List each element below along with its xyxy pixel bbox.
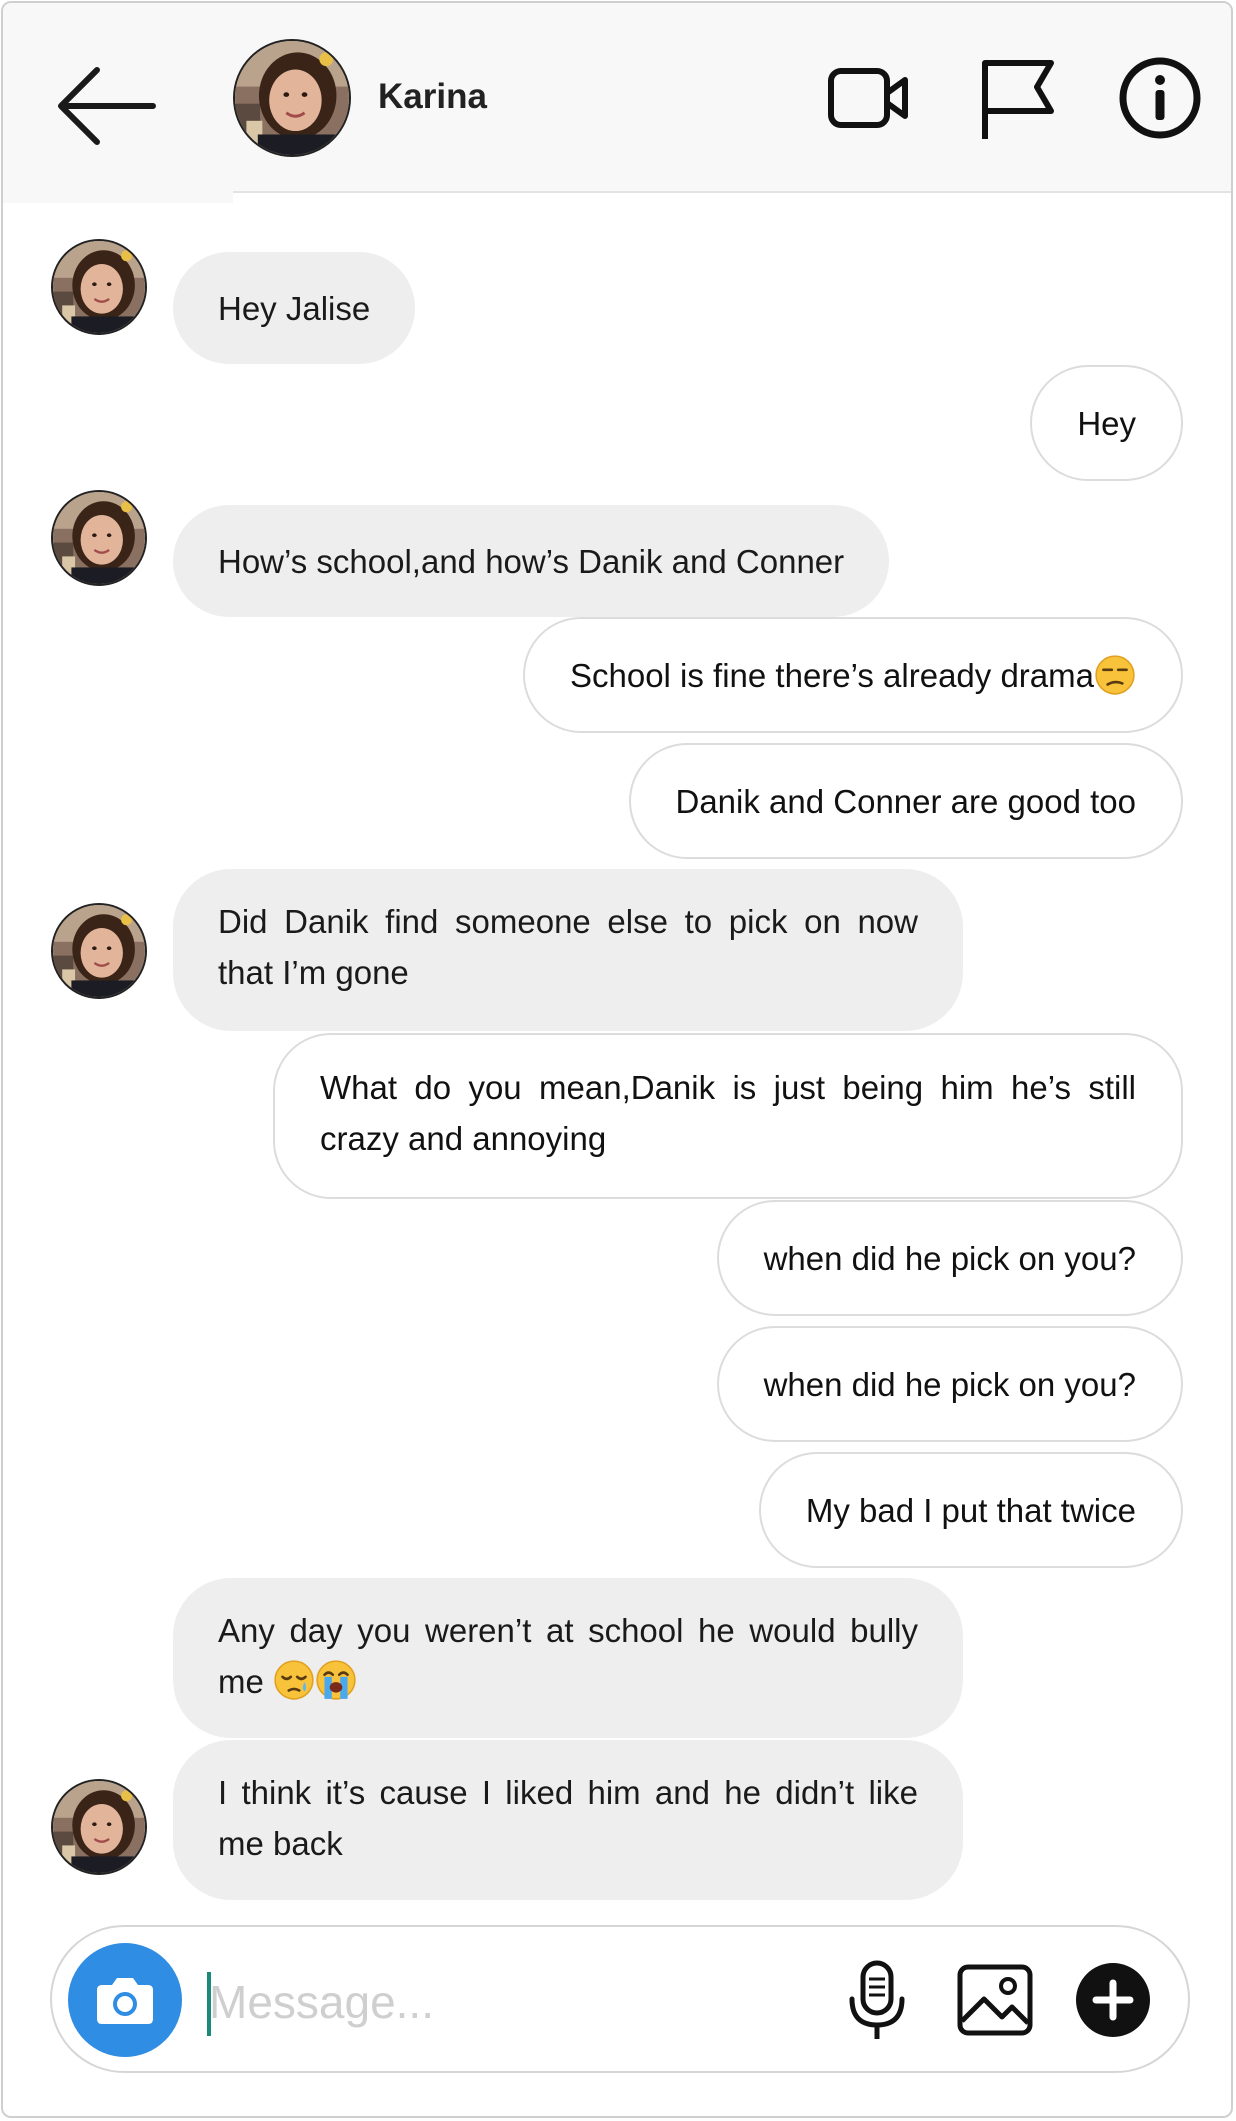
incoming-message[interactable]: Any day you weren’t at school he would b… (173, 1578, 963, 1738)
message-text: School is fine there’s already drama (569, 656, 1094, 694)
outgoing-message[interactable]: Danik and Conner are good too (628, 743, 1183, 859)
video-call-icon[interactable] (823, 53, 913, 143)
message-text: How’s school,and how’s Danik and Conner (218, 542, 845, 580)
outgoing-message[interactable]: Hey (1030, 365, 1183, 481)
message-input[interactable] (207, 1953, 791, 2051)
contact-name[interactable]: Karina (378, 77, 487, 117)
loudly-crying-face-emoji (316, 1660, 356, 1700)
outgoing-message[interactable]: My bad I put that twice (758, 1452, 1183, 1568)
incoming-message[interactable]: How’s school,and how’s Danik and Conner (173, 505, 890, 617)
add-icon[interactable] (1068, 1955, 1158, 2045)
microphone-icon[interactable] (832, 1955, 922, 2045)
chat-window: Karina Hey Jalise Hey How’s school,and h… (1, 1, 1233, 2118)
message-text: What do you mean,Danik is just being him… (320, 1069, 1136, 1157)
message-text: Hey (1077, 404, 1136, 442)
camera-button[interactable] (68, 1943, 182, 2057)
avatar-photo (235, 41, 349, 155)
message-text: when did he pick on you? (763, 1239, 1136, 1277)
avatar-photo (53, 492, 145, 584)
chat-header: Karina (3, 3, 1231, 193)
avatar-photo (53, 241, 145, 333)
message-text: My bad I put that twice (805, 1491, 1136, 1529)
info-icon[interactable] (1115, 53, 1205, 143)
incoming-message[interactable]: Hey Jalise (173, 252, 416, 364)
header-divider (3, 191, 233, 203)
message-text: when did he pick on you? (763, 1365, 1136, 1403)
message-text: Hey Jalise (218, 289, 371, 327)
camera-icon (97, 1978, 153, 2024)
message-avatar[interactable] (51, 490, 147, 586)
message-text: Danik and Conner are good too (675, 782, 1137, 820)
message-text: I think it’s cause I liked him and he di… (218, 1774, 918, 1862)
outgoing-message[interactable]: School is fine there’s already drama (522, 617, 1183, 733)
back-arrow-icon[interactable] (53, 61, 163, 151)
outgoing-message[interactable]: when did he pick on you? (716, 1326, 1183, 1442)
text-cursor (207, 1972, 211, 2036)
outgoing-message[interactable]: What do you mean,Danik is just being him… (273, 1033, 1183, 1199)
message-composer (50, 1925, 1190, 2073)
unamused-face-emoji (1095, 655, 1135, 695)
avatar-photo (53, 905, 145, 997)
sleepy-face-emoji (274, 1660, 314, 1700)
avatar-photo (53, 1781, 145, 1873)
contact-avatar[interactable] (233, 39, 351, 157)
incoming-message[interactable]: Did Danik find someone else to pick on n… (173, 869, 963, 1031)
flag-icon[interactable] (971, 53, 1061, 143)
gallery-icon[interactable] (950, 1955, 1040, 2045)
message-avatar[interactable] (51, 903, 147, 999)
incoming-message[interactable]: I think it’s cause I liked him and he di… (173, 1740, 963, 1900)
outgoing-message[interactable]: when did he pick on you? (716, 1200, 1183, 1316)
message-text: Did Danik find someone else to pick on n… (218, 903, 918, 991)
message-avatar[interactable] (51, 239, 147, 335)
message-avatar[interactable] (51, 1779, 147, 1875)
